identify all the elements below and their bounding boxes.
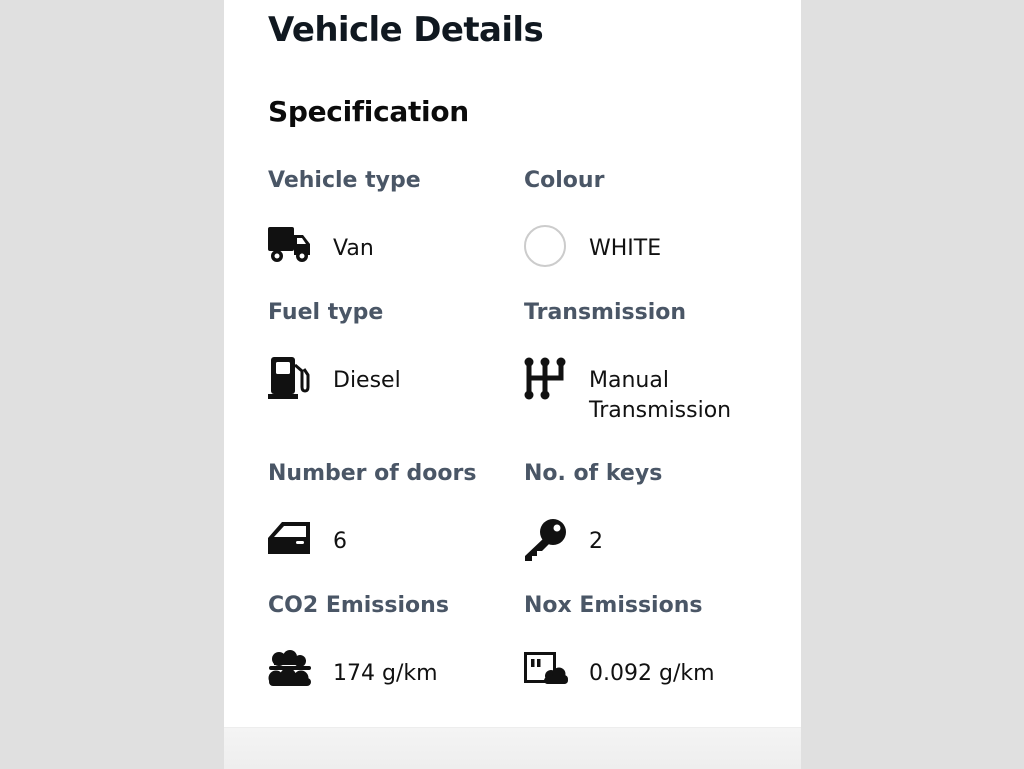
spec-number-of-keys: No. of keys 2 bbox=[524, 460, 774, 561]
section-title-specification: Specification bbox=[268, 95, 469, 128]
spec-value: WHITE bbox=[589, 236, 662, 261]
spec-co2-emissions: CO2 Emissions 174 g/km bbox=[268, 592, 518, 690]
van-icon bbox=[268, 225, 312, 269]
spec-value: Diesel bbox=[333, 368, 401, 393]
spec-label: Nox Emissions bbox=[524, 593, 703, 618]
spec-fuel-type: Fuel type Diesel bbox=[268, 299, 518, 399]
key-icon bbox=[524, 518, 568, 562]
spec-value: Van bbox=[333, 236, 374, 261]
spec-nox-emissions: Nox Emissions 0.092 g/km bbox=[524, 592, 774, 690]
panel-footer bbox=[224, 727, 801, 769]
spec-label: Number of doors bbox=[268, 461, 477, 486]
car-door-icon bbox=[268, 518, 312, 562]
spec-label: Vehicle type bbox=[268, 168, 421, 193]
spec-label: Fuel type bbox=[268, 300, 384, 325]
gear-shift-icon bbox=[524, 357, 568, 401]
spec-label: Transmission bbox=[524, 300, 687, 325]
spec-label: Colour bbox=[524, 168, 605, 193]
cloud-emissions-icon bbox=[268, 650, 312, 694]
spec-value: 6 bbox=[333, 529, 347, 554]
nox-emissions-icon bbox=[524, 650, 568, 694]
spec-colour: Colour WHITE bbox=[524, 167, 774, 267]
spec-value: Manual Transmission bbox=[589, 368, 732, 423]
spec-vehicle-type: Vehicle type Van bbox=[268, 167, 518, 265]
spec-label: CO2 Emissions bbox=[268, 593, 449, 618]
spec-number-of-doors: Number of doors 6 bbox=[268, 460, 518, 558]
spec-value: 0.092 g/km bbox=[589, 661, 715, 686]
spec-label: No. of keys bbox=[524, 461, 663, 486]
color-swatch-icon bbox=[524, 225, 568, 269]
fuel-pump-icon bbox=[268, 357, 312, 401]
vehicle-details-panel: Vehicle Details Specification Vehicle ty… bbox=[224, 0, 801, 769]
spec-transmission: Transmission Manual Transmission bbox=[524, 299, 774, 423]
page-title: Vehicle Details bbox=[268, 10, 544, 50]
spec-value: 174 g/km bbox=[333, 661, 438, 686]
spec-value: 2 bbox=[589, 529, 603, 554]
